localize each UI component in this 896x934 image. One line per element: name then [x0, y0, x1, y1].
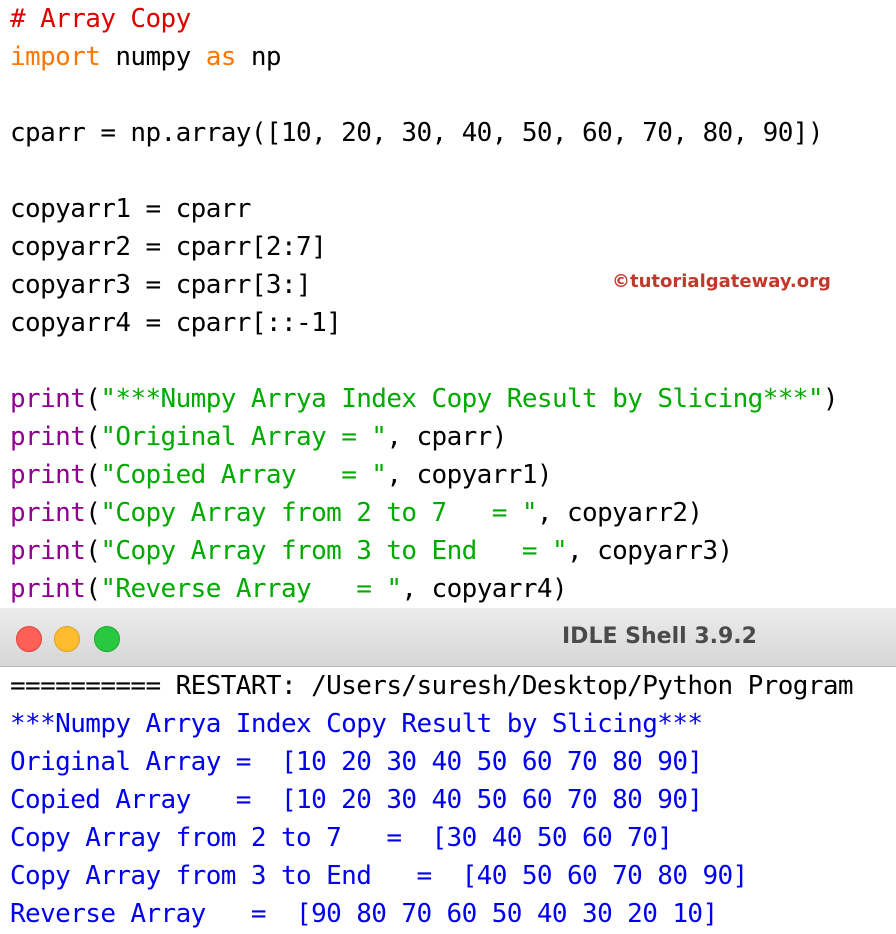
print-args: , copyarr3)	[567, 536, 733, 566]
output-line: ***Numpy Arrya Index Copy Result by Slic…	[10, 705, 702, 743]
print-builtin: print	[10, 460, 85, 490]
code-line-copy3: copyarr3 = cparr[3:]	[10, 266, 311, 304]
close-paren: )	[823, 384, 838, 414]
print-args: , copyarr4)	[401, 574, 567, 604]
as-keyword: as	[206, 42, 236, 72]
open-paren: (	[85, 536, 100, 566]
print-builtin: print	[10, 574, 85, 604]
close-window-button[interactable]	[16, 626, 42, 652]
code-line-print3: print("Copied Array = ", copyarr1)	[10, 456, 552, 494]
module-alias: np	[236, 42, 281, 72]
open-paren: (	[85, 498, 100, 528]
print-args: , cparr)	[386, 422, 506, 452]
code-line-print1: print("***Numpy Arrya Index Copy Result …	[10, 380, 838, 418]
string-literal: "Copy Array from 3 to End = "	[100, 536, 567, 566]
print-args: , copyarr1)	[386, 460, 552, 490]
code-line-copy2: copyarr2 = cparr[2:7]	[10, 228, 326, 266]
open-paren: (	[85, 384, 100, 414]
output-line: Original Array = [10 20 30 40 50 60 70 8…	[10, 743, 702, 781]
output-line: Copy Array from 3 to End = [40 50 60 70 …	[10, 857, 748, 895]
code-line-print4: print("Copy Array from 2 to 7 = ", copya…	[10, 494, 702, 532]
code-line-copy1: copyarr1 = cparr	[10, 190, 251, 228]
open-paren: (	[85, 460, 100, 490]
window-titlebar[interactable]: IDLE Shell 3.9.2	[0, 608, 896, 667]
window-title: IDLE Shell 3.9.2	[562, 608, 757, 666]
print-builtin: print	[10, 536, 85, 566]
print-builtin: print	[10, 498, 85, 528]
comment-text: # Array Copy	[10, 4, 191, 34]
code-line-cparr: cparr = np.array([10, 20, 30, 40, 50, 60…	[10, 114, 823, 152]
string-literal: "***Numpy Arrya Index Copy Result by Sli…	[100, 384, 823, 414]
string-literal: "Original Array = "	[100, 422, 386, 452]
print-args: , copyarr2)	[537, 498, 703, 528]
code-line-import: import numpy as np	[10, 38, 281, 76]
code-line-print6: print("Reverse Array = ", copyarr4)	[10, 570, 567, 608]
code-line-comment: # Array Copy	[10, 0, 191, 38]
code-line-print2: print("Original Array = ", cparr)	[10, 418, 507, 456]
code-line-copy4: copyarr4 = cparr[::-1]	[10, 304, 341, 342]
import-keyword: import	[10, 42, 100, 72]
code-line-print5: print("Copy Array from 3 to End = ", cop…	[10, 532, 733, 570]
output-line: Copy Array from 2 to 7 = [30 40 50 60 70…	[10, 819, 672, 857]
module-name: numpy	[100, 42, 205, 72]
output-line: Copied Array = [10 20 30 40 50 60 70 80 …	[10, 781, 702, 819]
string-literal: "Copied Array = "	[100, 460, 386, 490]
string-literal: "Copy Array from 2 to 7 = "	[100, 498, 537, 528]
code-editor[interactable]: # Array Copy import numpy as np cparr = …	[0, 0, 896, 608]
output-line: Reverse Array = [90 80 70 60 50 40 30 20…	[10, 895, 718, 933]
watermark: ©tutorialgateway.org	[612, 271, 831, 292]
print-builtin: print	[10, 422, 85, 452]
restart-line: ========== RESTART: /Users/suresh/Deskto…	[10, 667, 853, 705]
shell-output[interactable]: ========== RESTART: /Users/suresh/Deskto…	[0, 667, 896, 934]
open-paren: (	[85, 574, 100, 604]
open-paren: (	[85, 422, 100, 452]
minimize-window-button[interactable]	[54, 626, 80, 652]
print-builtin: print	[10, 384, 85, 414]
string-literal: "Reverse Array = "	[100, 574, 401, 604]
zoom-window-button[interactable]	[94, 626, 120, 652]
